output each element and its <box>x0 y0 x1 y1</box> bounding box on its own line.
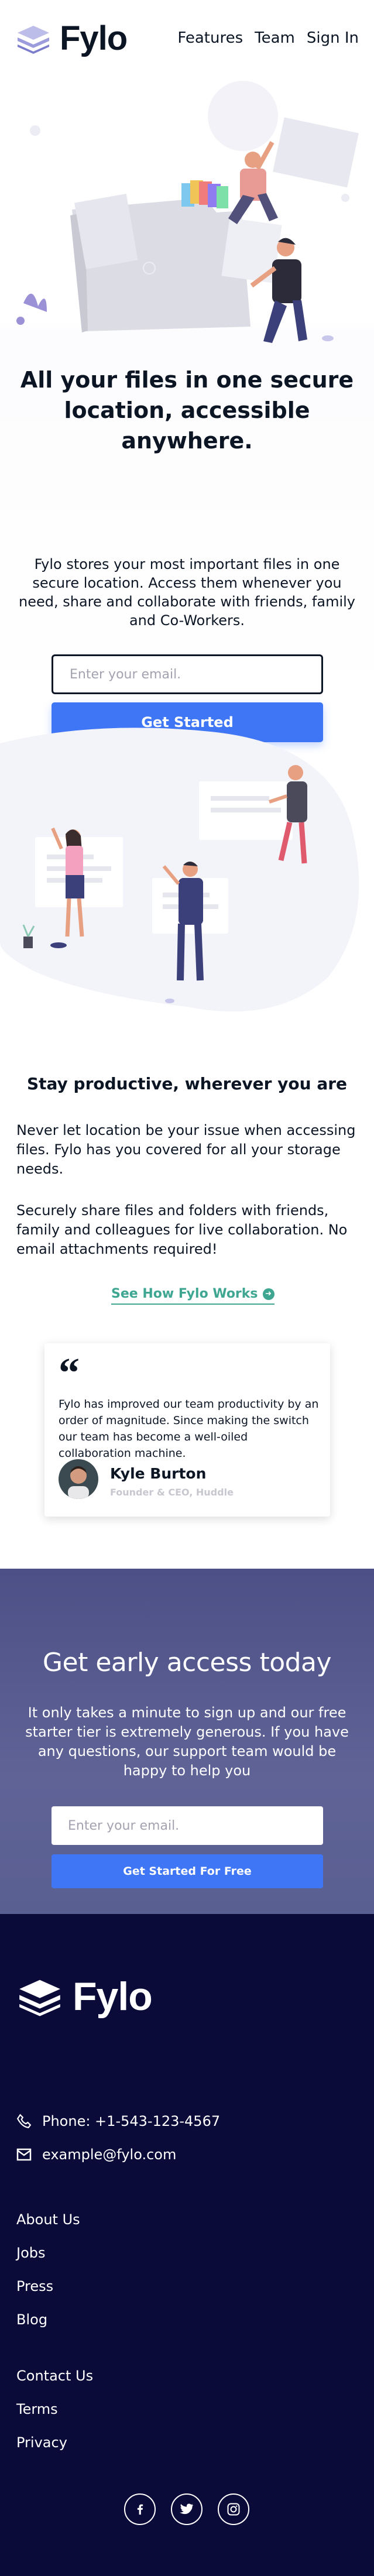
footer-link-jobs[interactable]: Jobs <box>16 2245 46 2261</box>
testimonial-text: Fylo has improved our team productivity … <box>59 1398 319 1460</box>
footer-link-about-us[interactable]: About Us <box>16 2211 80 2228</box>
facebook-icon[interactable] <box>124 2493 156 2525</box>
testimonial-card: “ Fylo has improved our team productivit… <box>44 1343 330 1517</box>
see-how-fylo-works-link[interactable]: See How Fylo Works ➜ <box>111 1287 275 1305</box>
nav-features[interactable]: Features <box>177 29 243 47</box>
footer-link-blog[interactable]: Blog <box>16 2311 47 2328</box>
footer-link-contact-us[interactable]: Contact Us <box>16 2368 93 2384</box>
nav-team[interactable]: Team <box>255 29 295 47</box>
email-icon <box>16 2148 32 2161</box>
fylo-logo-icon <box>18 25 49 54</box>
quote-icon: “ <box>59 1349 80 1396</box>
productive-illustration <box>22 765 307 1003</box>
productive-paragraph-1: Never let location be your issue when ac… <box>16 1122 356 1177</box>
footer-email-text[interactable]: example@fylo.com <box>42 2146 176 2163</box>
early-access-section: Get early access today It only takes a m… <box>0 1569 374 1914</box>
phone-icon <box>16 2114 32 2128</box>
logo-text: Fylo <box>60 19 128 57</box>
hero-title: All your files in one secure location, a… <box>20 367 354 454</box>
footer-email: example@fylo.com <box>16 2146 176 2163</box>
hero-illustration <box>16 81 359 343</box>
footer-link-privacy[interactable]: Privacy <box>16 2434 67 2451</box>
footer-logo-text: Fylo <box>73 1974 153 2019</box>
site-footer: Fylo Phone: +1-543-123-4567 example@fylo… <box>0 1914 374 2576</box>
instagram-icon[interactable] <box>218 2493 249 2525</box>
productive-title: Stay productive, wherever you are <box>26 1074 348 1093</box>
footer-link-press[interactable]: Press <box>16 2278 53 2294</box>
see-how-link-label: See How Fylo Works <box>111 1287 258 1301</box>
main-nav: Features Team Sign In <box>177 29 359 47</box>
footer-phone-text: Phone: +1-543-123-4567 <box>42 2113 221 2129</box>
site-header: Fylo Features Team Sign In <box>0 0 374 75</box>
logo[interactable]: Fylo <box>15 19 128 58</box>
hero-email-input[interactable] <box>52 654 323 694</box>
fylo-logo-icon <box>19 1980 60 2016</box>
footer-phone: Phone: +1-543-123-4567 <box>16 2113 220 2129</box>
get-started-free-button[interactable]: Get Started For Free <box>52 1854 323 1888</box>
footer-logo[interactable]: Fylo <box>16 1974 153 2019</box>
testimonial-role: Founder & CEO, Huddle <box>110 1487 234 1498</box>
early-access-text: It only takes a minute to sign up and ou… <box>25 1704 349 1779</box>
avatar <box>59 1459 98 1499</box>
nav-sign-in[interactable]: Sign In <box>307 29 359 47</box>
productive-section: Stay productive, wherever you are Never … <box>0 691 374 1569</box>
early-access-title: Get early access today <box>42 1648 332 1678</box>
productive-paragraph-2: Securely share files and folders with fr… <box>16 1202 348 1257</box>
twitter-icon[interactable] <box>171 2493 203 2525</box>
footer-link-terms[interactable]: Terms <box>16 2401 58 2417</box>
testimonial-name: Kyle Burton <box>110 1465 207 1482</box>
hero-section: All your files in one secure location, a… <box>0 75 374 742</box>
arrow-right-icon: ➜ <box>262 1288 275 1300</box>
early-access-email-input[interactable] <box>52 1806 323 1845</box>
hero-description: Fylo stores your most important files in… <box>19 556 355 629</box>
